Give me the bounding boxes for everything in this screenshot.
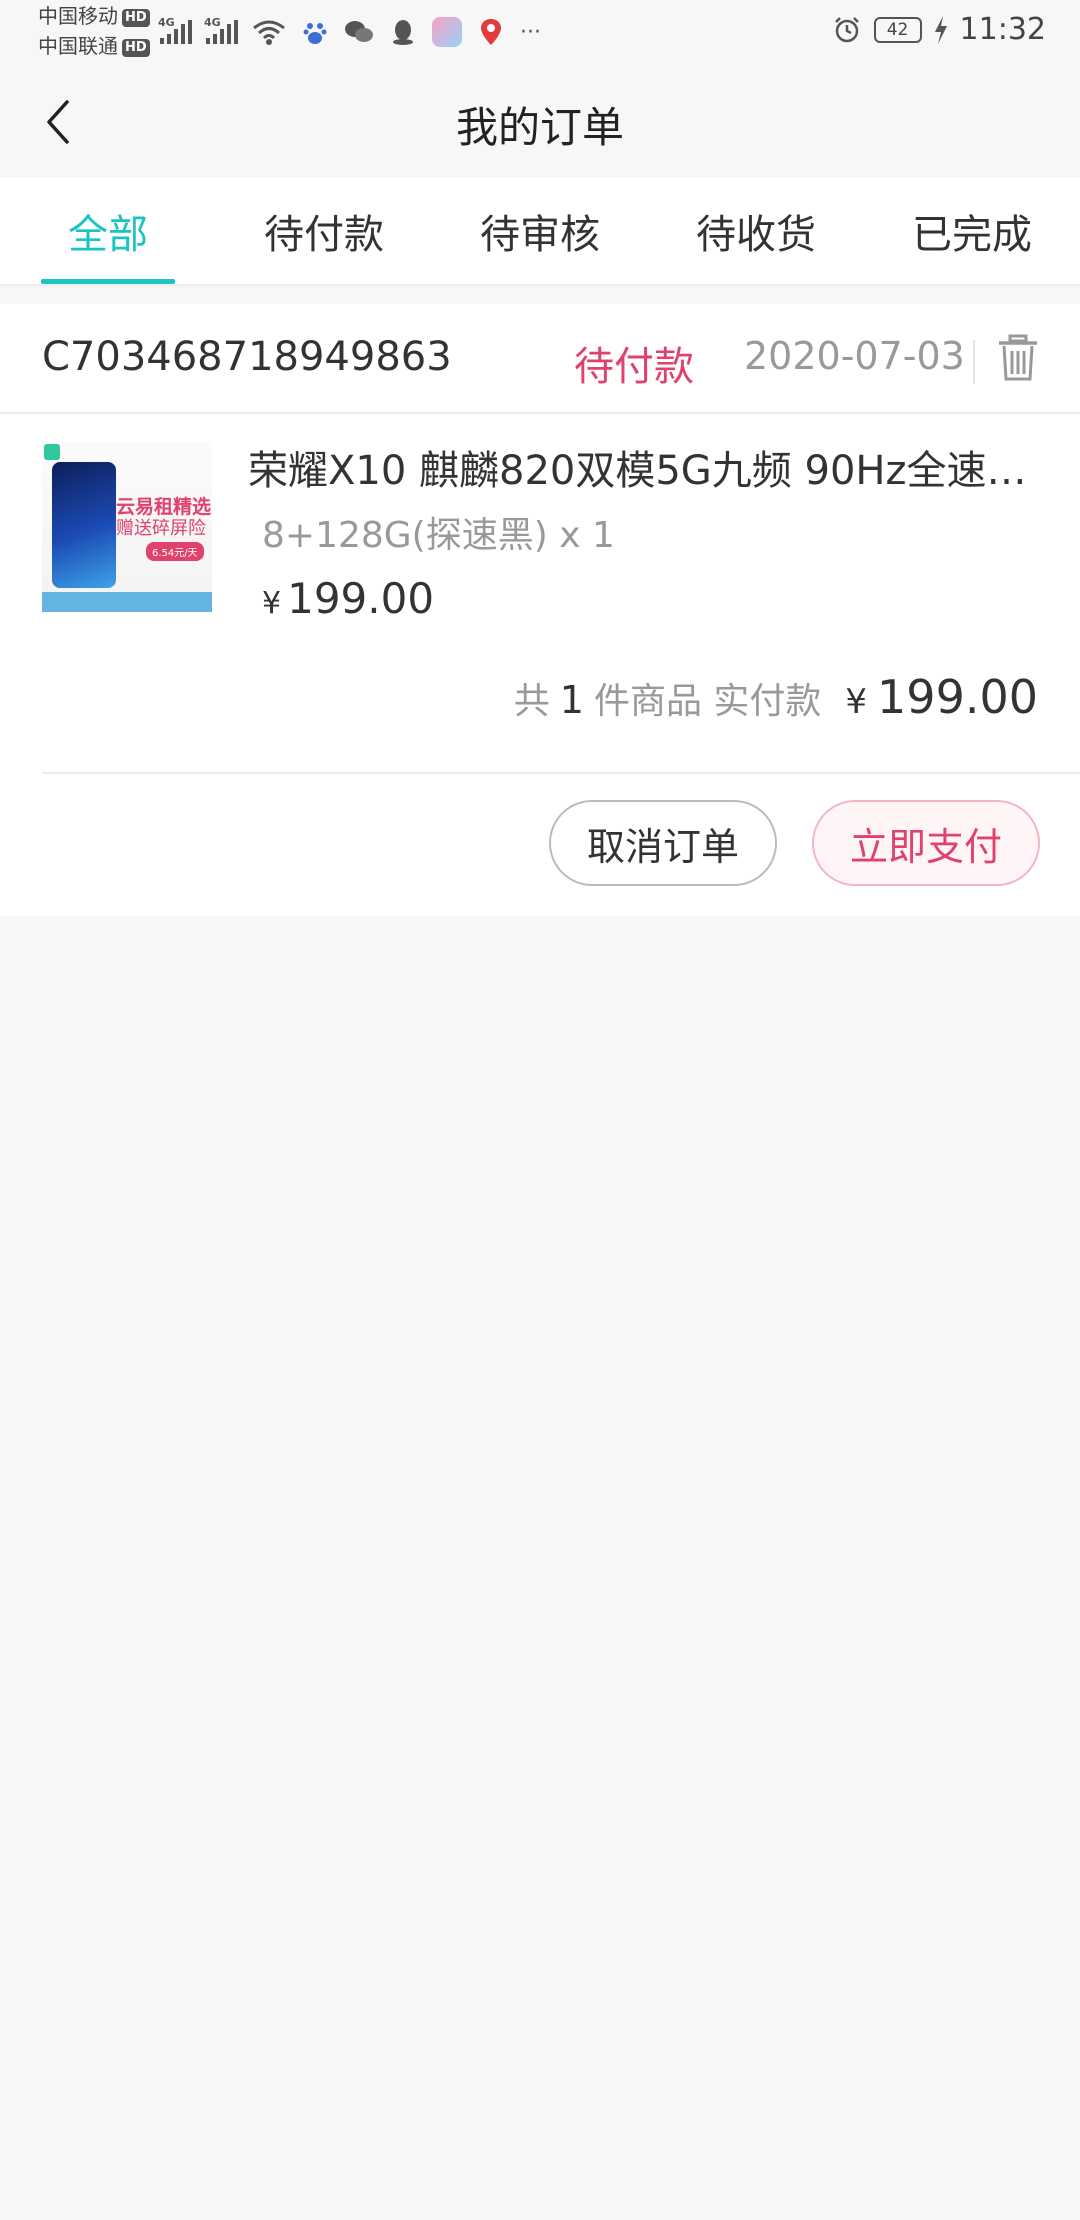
carrier-2: 中国联通 HD bbox=[38, 34, 150, 58]
order-actions: 取消订单 立即支付 bbox=[0, 800, 1080, 890]
network-type-2: 4G bbox=[204, 16, 221, 29]
signal-2-icon: 4G bbox=[204, 16, 238, 44]
currency-symbol: ¥ bbox=[262, 586, 282, 621]
network-type-1: 4G bbox=[158, 16, 175, 29]
summary-prefix: 共 bbox=[513, 681, 550, 722]
hd-badge-2: HD bbox=[122, 38, 150, 57]
product-spec: 8+128G(探速黑) x 1 bbox=[262, 515, 615, 556]
total-amount: 199.00 bbox=[877, 670, 1038, 724]
order-header: C703468718949863 待付款 2020-07-03 bbox=[0, 304, 1080, 414]
tab-pending-review[interactable]: 待审核 bbox=[432, 178, 648, 284]
tab-pending-payment[interactable]: 待付款 bbox=[216, 178, 432, 284]
map-app-icon bbox=[476, 17, 506, 47]
product-price: ¥199.00 bbox=[262, 574, 434, 623]
thumbnail-price-tag: 6.54元/天 bbox=[146, 542, 204, 561]
clock-time: 11:32 bbox=[959, 12, 1046, 47]
battery-indicator: 42 bbox=[873, 16, 922, 43]
thumbnail-subtitle: 赠送碎屏险 bbox=[116, 518, 206, 539]
tab-all[interactable]: 全部 bbox=[0, 178, 216, 284]
pay-now-button[interactable]: 立即支付 bbox=[812, 800, 1040, 886]
delete-order-button[interactable] bbox=[996, 334, 1040, 382]
charging-icon bbox=[934, 15, 947, 44]
order-summary: 共 1 件商品 实付款 ¥ 199.00 bbox=[0, 644, 1080, 754]
summary-suffix: 件商品 实付款 bbox=[593, 681, 822, 722]
header-divider bbox=[973, 340, 975, 384]
order-card[interactable]: C703468718949863 待付款 2020-07-03 云易租精选 赠送… bbox=[0, 304, 1080, 916]
gallery-app-icon bbox=[432, 17, 462, 47]
summary-divider bbox=[42, 772, 1080, 774]
order-status: 待付款 bbox=[574, 344, 694, 390]
status-bar: 中国移动 HD 中国联通 HD 4G 4G ··· 42 11:32 bbox=[0, 0, 1080, 66]
status-icons: 4G 4G ··· bbox=[158, 14, 541, 50]
tab-pending-receipt[interactable]: 待收货 bbox=[648, 178, 864, 284]
item-count: 1 bbox=[559, 678, 584, 722]
battery-level: 42 bbox=[886, 19, 909, 40]
signal-1-icon: 4G bbox=[158, 16, 192, 44]
wifi-icon bbox=[253, 20, 285, 45]
order-number: C703468718949863 bbox=[42, 334, 452, 380]
carrier-2-name: 中国联通 bbox=[38, 34, 118, 58]
product-thumbnail: 云易租精选 赠送碎屏险 6.54元/天 bbox=[42, 442, 212, 612]
page-title: 我的订单 bbox=[455, 103, 624, 152]
total-currency: ¥ bbox=[845, 682, 868, 722]
order-tabs: 全部 待付款 待审核 待收货 已完成 bbox=[0, 178, 1080, 284]
hd-badge-1: HD bbox=[122, 8, 150, 27]
cancel-order-button[interactable]: 取消订单 bbox=[549, 800, 777, 886]
order-date: 2020-07-03 bbox=[744, 334, 965, 378]
product-name: 荣耀X10 麒麟820双模5G九频 90Hz全速… bbox=[248, 448, 1027, 494]
wechat-app-icon bbox=[344, 17, 374, 47]
qq-app-icon bbox=[388, 17, 418, 47]
alarm-icon bbox=[834, 16, 859, 42]
more-icon: ··· bbox=[520, 19, 541, 45]
trash-icon bbox=[999, 334, 1037, 381]
page-header: 我的订单 bbox=[0, 66, 1080, 178]
product-price-value: 199.00 bbox=[287, 574, 435, 623]
product-item[interactable]: 云易租精选 赠送碎屏险 6.54元/天 荣耀X10 麒麟820双模5G九频 90… bbox=[0, 414, 1080, 644]
baidu-app-icon bbox=[300, 17, 330, 47]
thumbnail-tag bbox=[44, 444, 60, 460]
status-right: 42 11:32 bbox=[832, 12, 1046, 47]
phone-image bbox=[52, 462, 116, 588]
carrier-1: 中国移动 HD bbox=[38, 4, 150, 28]
tab-completed[interactable]: 已完成 bbox=[864, 178, 1080, 284]
carrier-1-name: 中国移动 bbox=[38, 4, 118, 28]
